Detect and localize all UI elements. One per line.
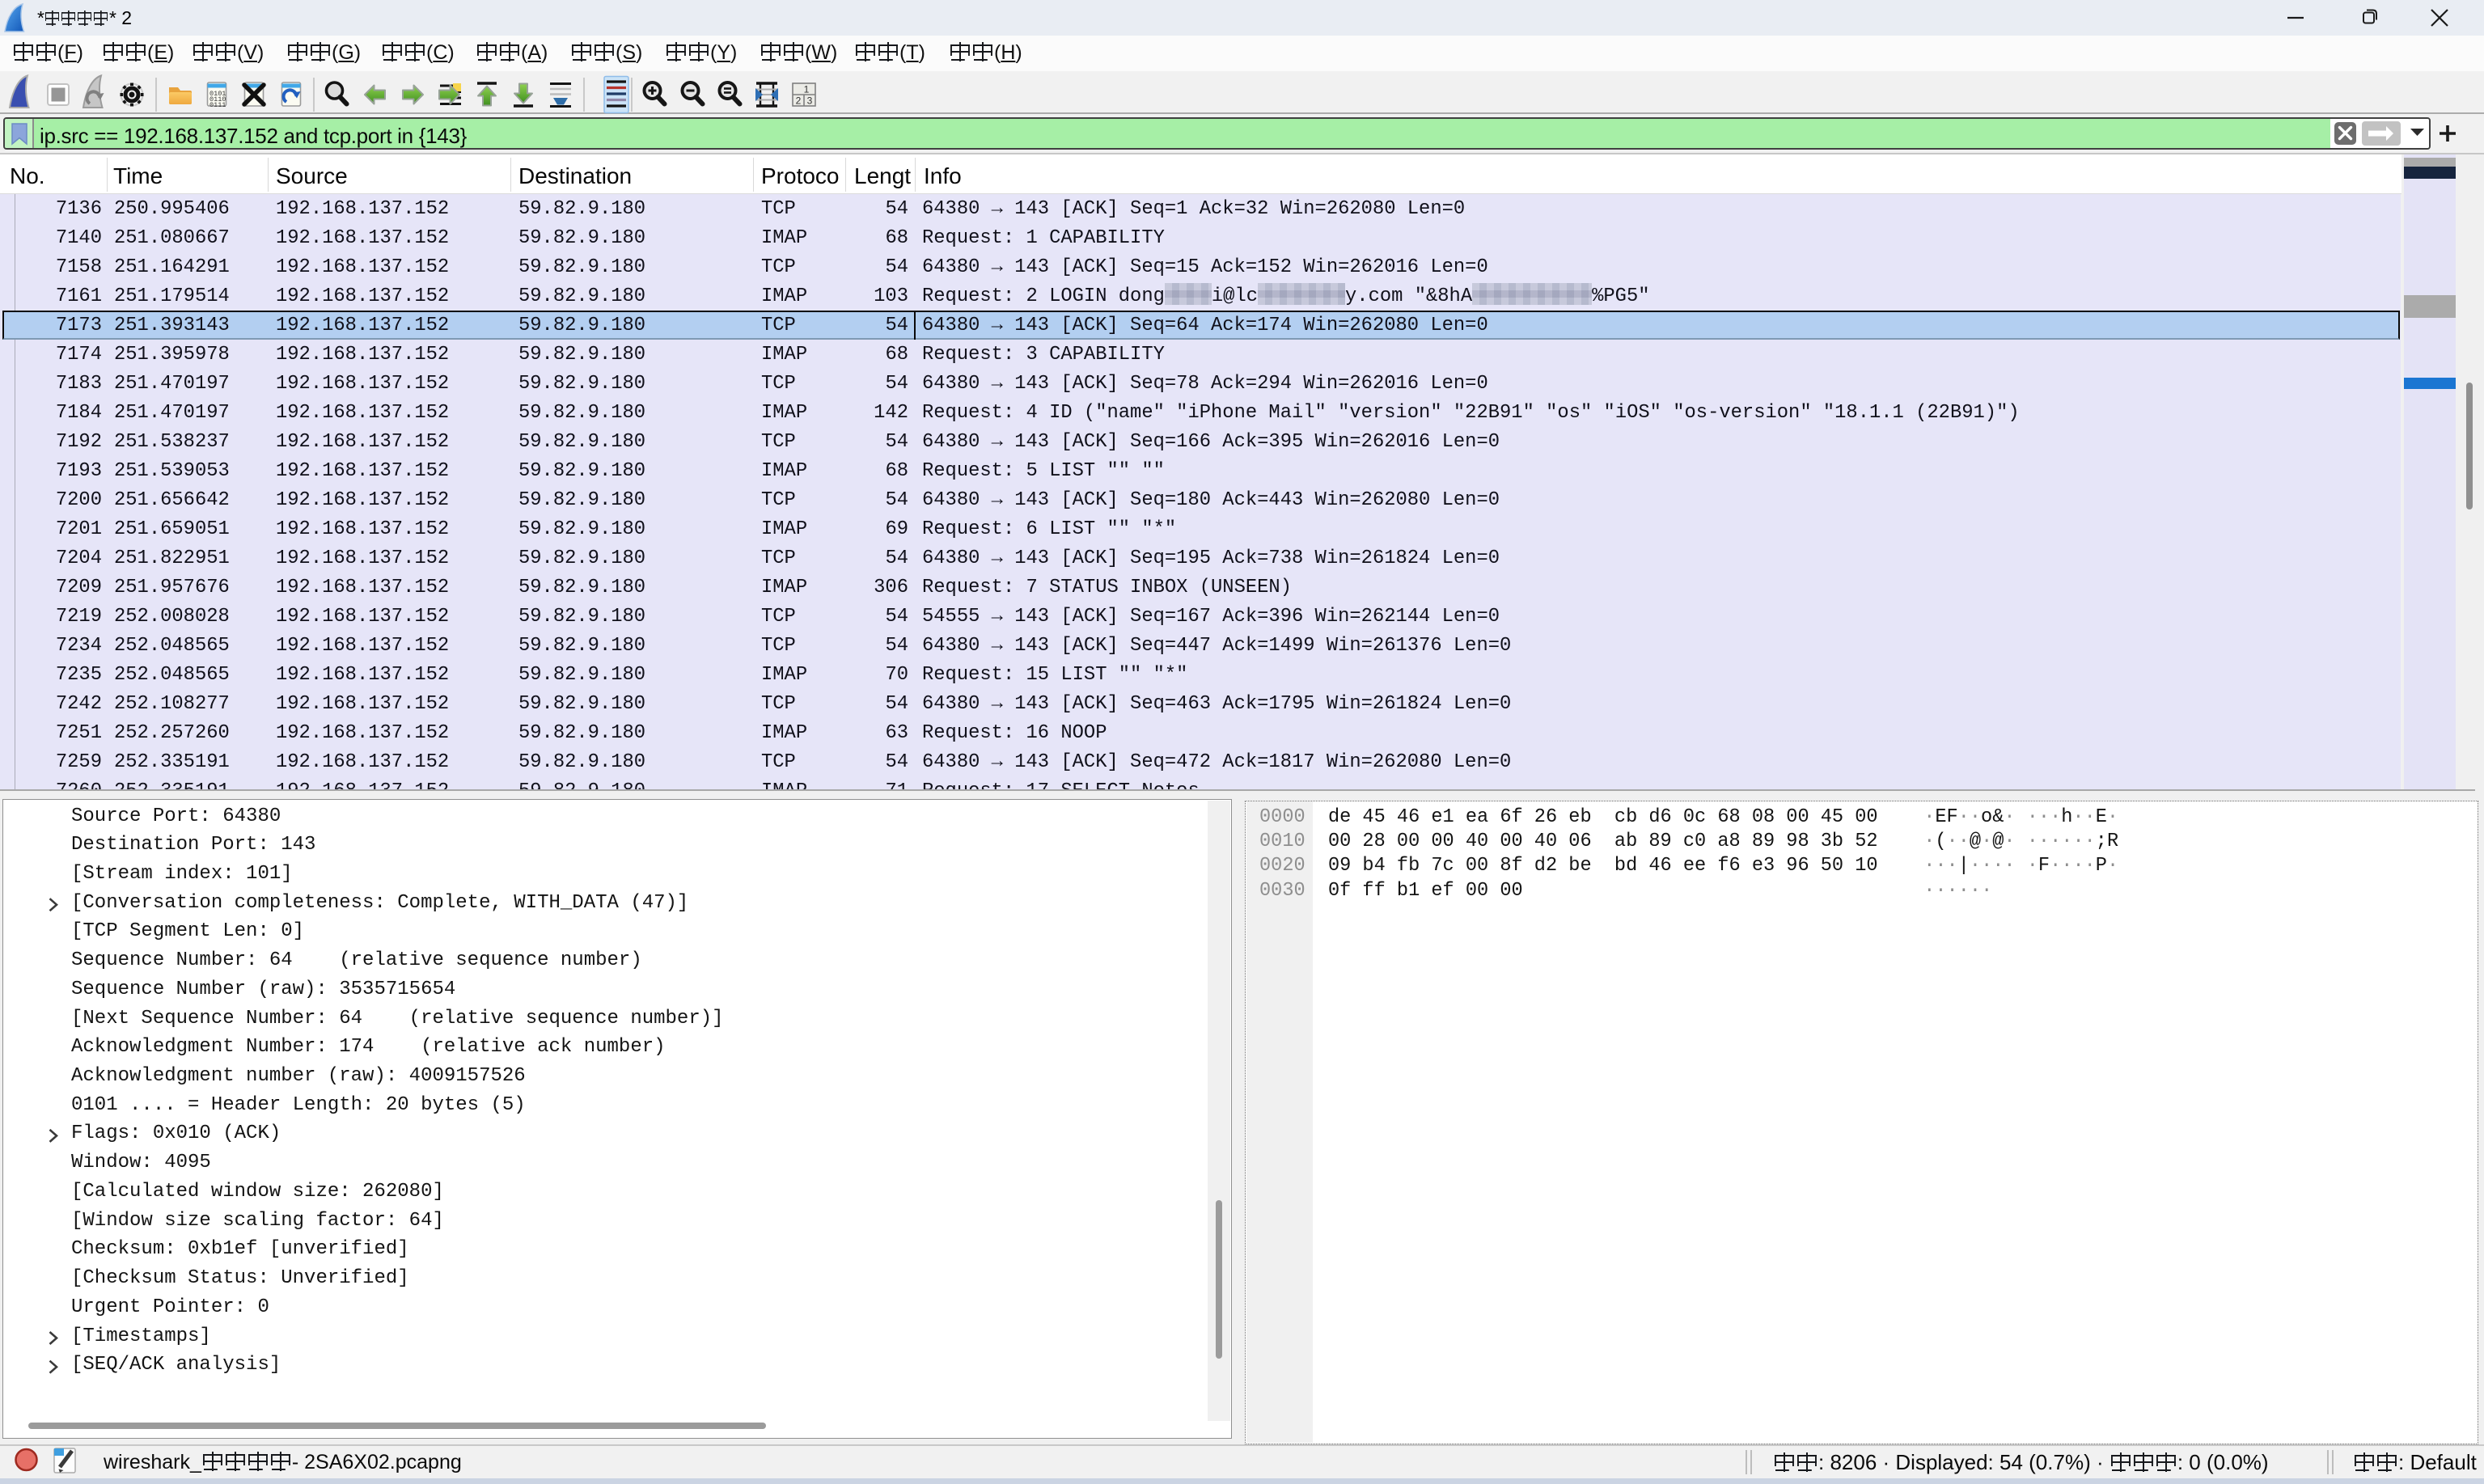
svg-text:3: 3	[807, 95, 813, 107]
svg-text:0111: 0111	[209, 101, 226, 109]
svg-text:1: 1	[804, 84, 810, 95]
svg-text:2: 2	[796, 95, 802, 107]
